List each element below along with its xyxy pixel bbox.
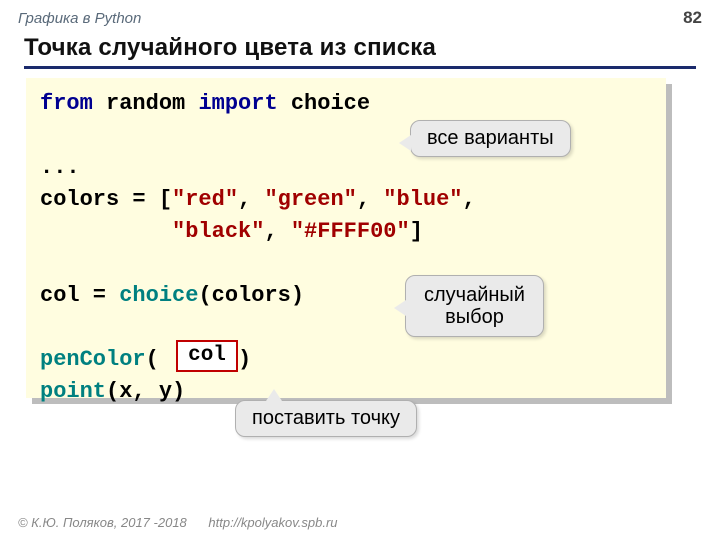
str-black: "black" xyxy=(172,219,264,244)
page-number: 82 xyxy=(683,8,702,28)
kw-import: import xyxy=(198,91,277,116)
fn-pencolor: penColor xyxy=(40,347,146,372)
fn-point: point xyxy=(40,379,106,404)
str-hex: "#FFFF00" xyxy=(291,219,410,244)
callout-random-choice: случайный выбор xyxy=(405,275,544,337)
title-rule xyxy=(24,66,696,69)
mod-random: random xyxy=(93,91,199,116)
callout-random-choice-l1: случайный xyxy=(424,284,525,306)
footer: © К.Ю. Поляков, 2017 -2018 http://kpolya… xyxy=(18,515,338,530)
slide: Графика в Python 82 Точка случайного цве… xyxy=(0,0,720,540)
colors-assign: colors = [ xyxy=(40,187,172,212)
str-blue: "blue" xyxy=(383,187,462,212)
callout-random-choice-l2: выбор xyxy=(445,306,504,328)
col-assign: col = xyxy=(40,283,119,308)
highlight-col: col xyxy=(176,340,238,372)
footer-url: http://kpolyakov.spb.ru xyxy=(208,515,337,530)
callout-all-variants: все варианты xyxy=(410,120,571,157)
slide-title: Точка случайного цвета из списка xyxy=(24,34,436,62)
str-red: "red" xyxy=(172,187,238,212)
str-green: "green" xyxy=(264,187,356,212)
ellipsis: ... xyxy=(40,155,80,180)
kw-from: from xyxy=(40,91,93,116)
footer-copyright: © К.Ю. Поляков, 2017 -2018 xyxy=(18,515,187,530)
callout-put-point: поставить точку xyxy=(235,400,417,437)
fn-choice: choice xyxy=(119,283,198,308)
slide-topic: Графика в Python xyxy=(18,10,141,27)
name-choice: choice xyxy=(278,91,370,116)
